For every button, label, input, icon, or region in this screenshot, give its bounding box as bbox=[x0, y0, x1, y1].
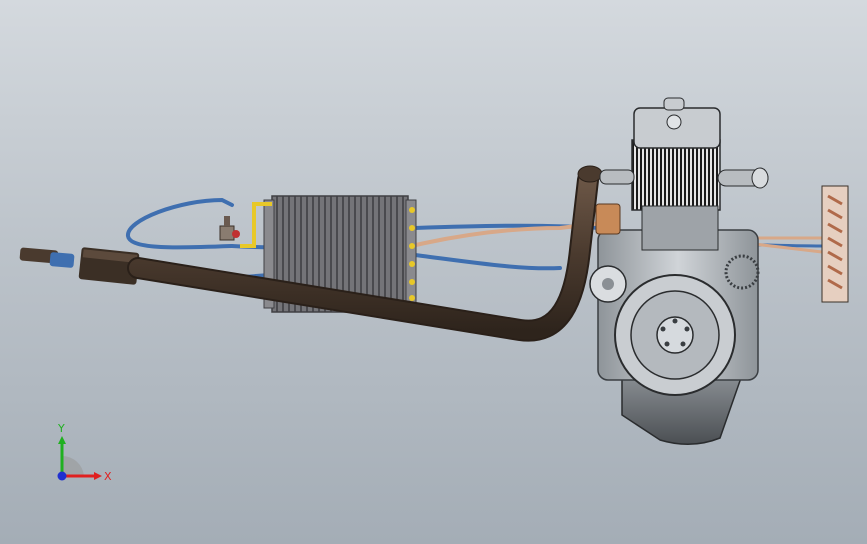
valve[interactable] bbox=[219, 216, 240, 241]
exhaust-tailpipe[interactable] bbox=[19, 247, 75, 268]
cad-viewport[interactable]: Y X bbox=[0, 0, 867, 544]
connector-manifold[interactable] bbox=[821, 185, 849, 303]
y-axis-label: Y bbox=[57, 422, 65, 435]
engine[interactable] bbox=[589, 97, 769, 445]
cylinder-fins bbox=[631, 139, 721, 211]
x-axis-label: X bbox=[104, 470, 112, 483]
axis-triad: Y X bbox=[57, 422, 112, 483]
z-axis-dot bbox=[57, 471, 67, 481]
oil-filter bbox=[595, 203, 621, 235]
engine-assembly-model[interactable] bbox=[0, 0, 867, 544]
